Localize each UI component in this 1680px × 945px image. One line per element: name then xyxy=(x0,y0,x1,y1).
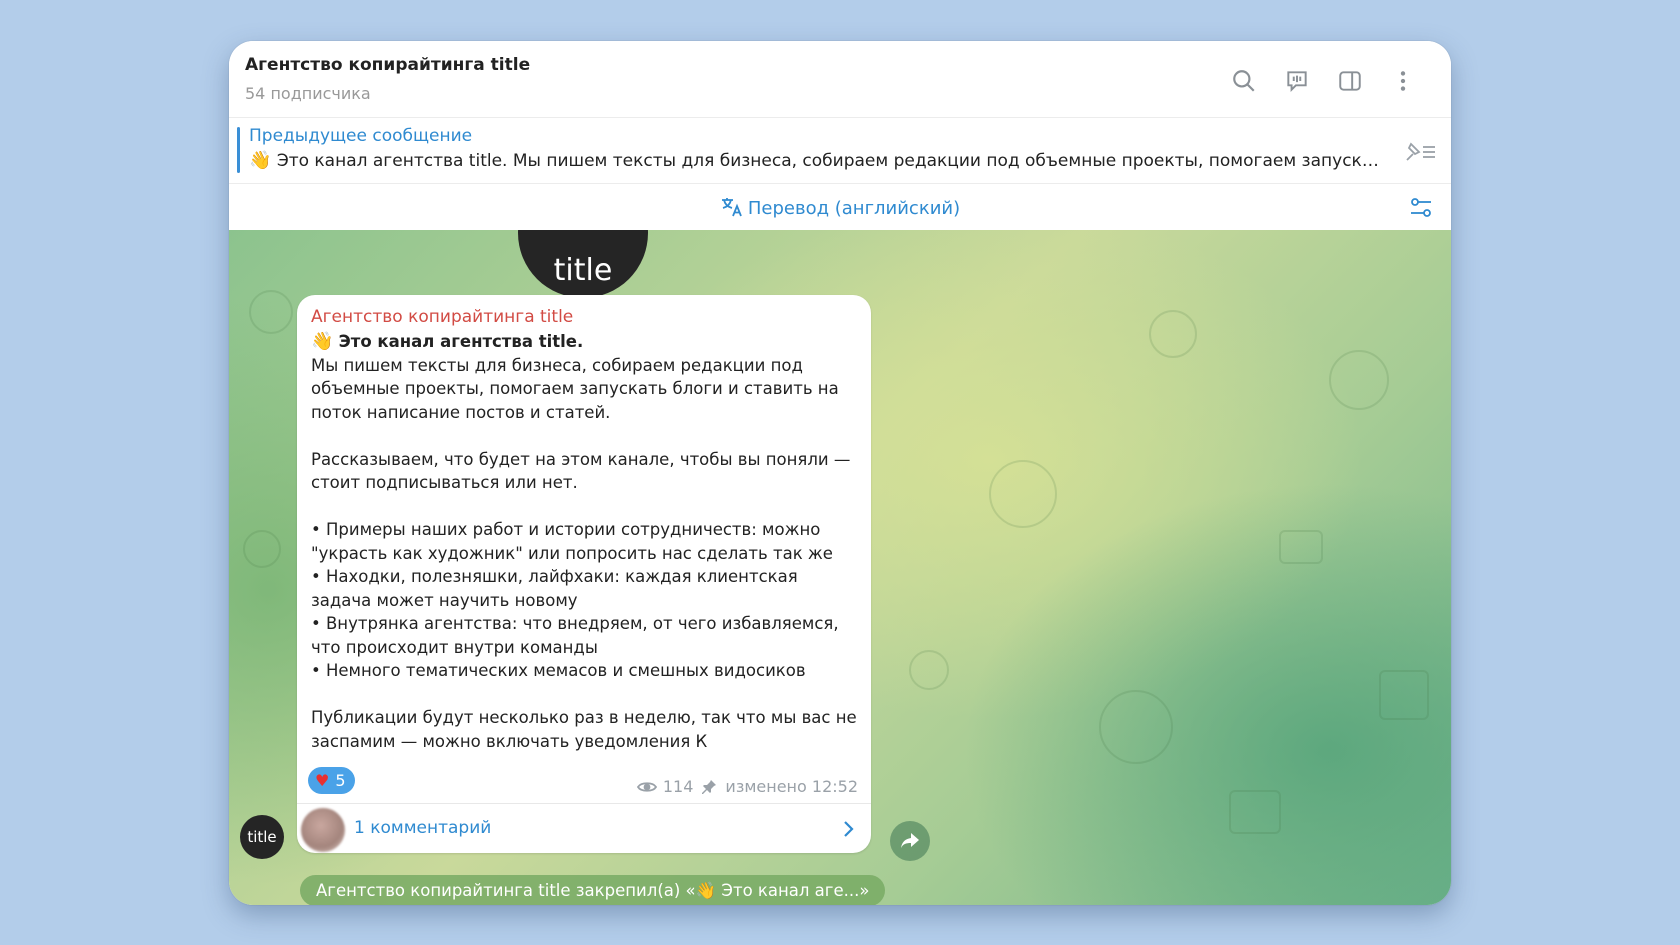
waving-hand-icon: 👋 xyxy=(311,331,334,352)
translate-icon xyxy=(721,198,742,217)
wallpaper-doodle xyxy=(1099,690,1173,764)
edited-time: изменено 12:52 xyxy=(725,777,858,796)
reaction-count: 5 xyxy=(335,771,346,790)
comments-label: 1 комментарий xyxy=(354,818,492,838)
message-meta: 114 изменено 12:52 xyxy=(636,777,858,796)
message-bullet: • Внутрянка агентства: что внедряем, от … xyxy=(311,614,839,657)
message-paragraph: Публикации будут несколько раз в неделю,… xyxy=(311,708,857,751)
pinned-indicator xyxy=(237,127,240,173)
channel-title[interactable]: Агентство копирайтинга title xyxy=(245,55,530,75)
wallpaper-doodle xyxy=(989,460,1057,528)
wallpaper-doodle xyxy=(249,290,293,334)
more-vertical-icon[interactable] xyxy=(1376,65,1429,97)
channel-photo[interactable]: title xyxy=(518,230,648,298)
wallpaper-doodle xyxy=(1329,350,1389,410)
sidebar-toggle-icon[interactable] xyxy=(1323,65,1376,97)
message-bullet: • Немного тематических мемасов и смешных… xyxy=(311,661,806,680)
waving-hand-icon: 👋 xyxy=(249,150,272,171)
message-bullet: • Примеры наших работ и истории сотрудни… xyxy=(311,520,833,563)
translate-label: Перевод (английский) xyxy=(747,198,961,219)
heart-icon: ♥ xyxy=(315,771,330,790)
subscriber-count: 54 подписчика xyxy=(245,84,371,103)
view-count: 114 xyxy=(662,777,694,796)
telegram-window: Агентство копирайтинга title 54 подписчи… xyxy=(229,41,1451,905)
eye-icon xyxy=(636,781,657,792)
wallpaper-doodle xyxy=(1379,670,1429,720)
chevron-right-icon xyxy=(844,821,854,837)
commenter-avatar xyxy=(301,808,345,852)
wallpaper-doodle xyxy=(1279,530,1323,564)
header-actions xyxy=(1217,65,1429,97)
pinned-heading: Предыдущее сообщение xyxy=(249,126,473,146)
discussion-icon[interactable] xyxy=(1270,65,1323,97)
wallpaper-doodle xyxy=(1229,790,1281,834)
pinned-preview: 👋 Это канал агентства title. Мы пишем те… xyxy=(249,150,1389,171)
chat-header[interactable]: Агентство копирайтинга title 54 подписчи… xyxy=(229,41,1451,118)
forward-button[interactable] xyxy=(890,821,930,861)
message-author[interactable]: Агентство копирайтинга title xyxy=(311,307,573,327)
channel-avatar[interactable]: title xyxy=(240,815,284,859)
wallpaper-doodle xyxy=(243,530,281,568)
comments-button[interactable]: 1 комментарий xyxy=(297,804,871,853)
pinned-text: Это канал агентства title. Мы пишем текс… xyxy=(276,151,1389,171)
service-message[interactable]: Агентство копирайтинга title закрепил(а)… xyxy=(300,875,886,905)
pin-icon xyxy=(702,779,717,794)
message-bullet: • Находки, полезняшки, лайфхаки: каждая … xyxy=(311,567,798,610)
translate-bar: Перевод (английский) xyxy=(229,184,1451,230)
wallpaper-doodle xyxy=(909,650,949,690)
message-bubble[interactable]: Агентство копирайтинга title 👋 Это канал… xyxy=(297,295,871,853)
search-icon[interactable] xyxy=(1217,65,1270,97)
wallpaper-doodle xyxy=(1149,310,1197,358)
chat-area[interactable]: title Агентство копирайтинга title 👋 Это… xyxy=(229,230,1451,905)
forward-arrow-icon xyxy=(901,833,919,848)
pinned-message-bar[interactable]: Предыдущее сообщение 👋 Это канал агентст… xyxy=(229,118,1451,184)
pinned-list-icon[interactable] xyxy=(1401,138,1439,166)
translate-button[interactable]: Перевод (английский) xyxy=(229,196,1451,219)
message-paragraph: Рассказываем, что будет на этом канале, … xyxy=(311,449,851,493)
heart-reaction[interactable]: ♥ 5 xyxy=(308,767,355,794)
message-tail: К xyxy=(695,731,708,751)
message-paragraph: Мы пишем тексты для бизнеса, собираем ре… xyxy=(311,355,839,422)
message-text: 👋 Это канал агентства title. Мы пишем те… xyxy=(311,330,861,753)
translate-settings-icon[interactable] xyxy=(1407,194,1435,222)
message-headline: Это канал агентства title. xyxy=(338,332,584,351)
